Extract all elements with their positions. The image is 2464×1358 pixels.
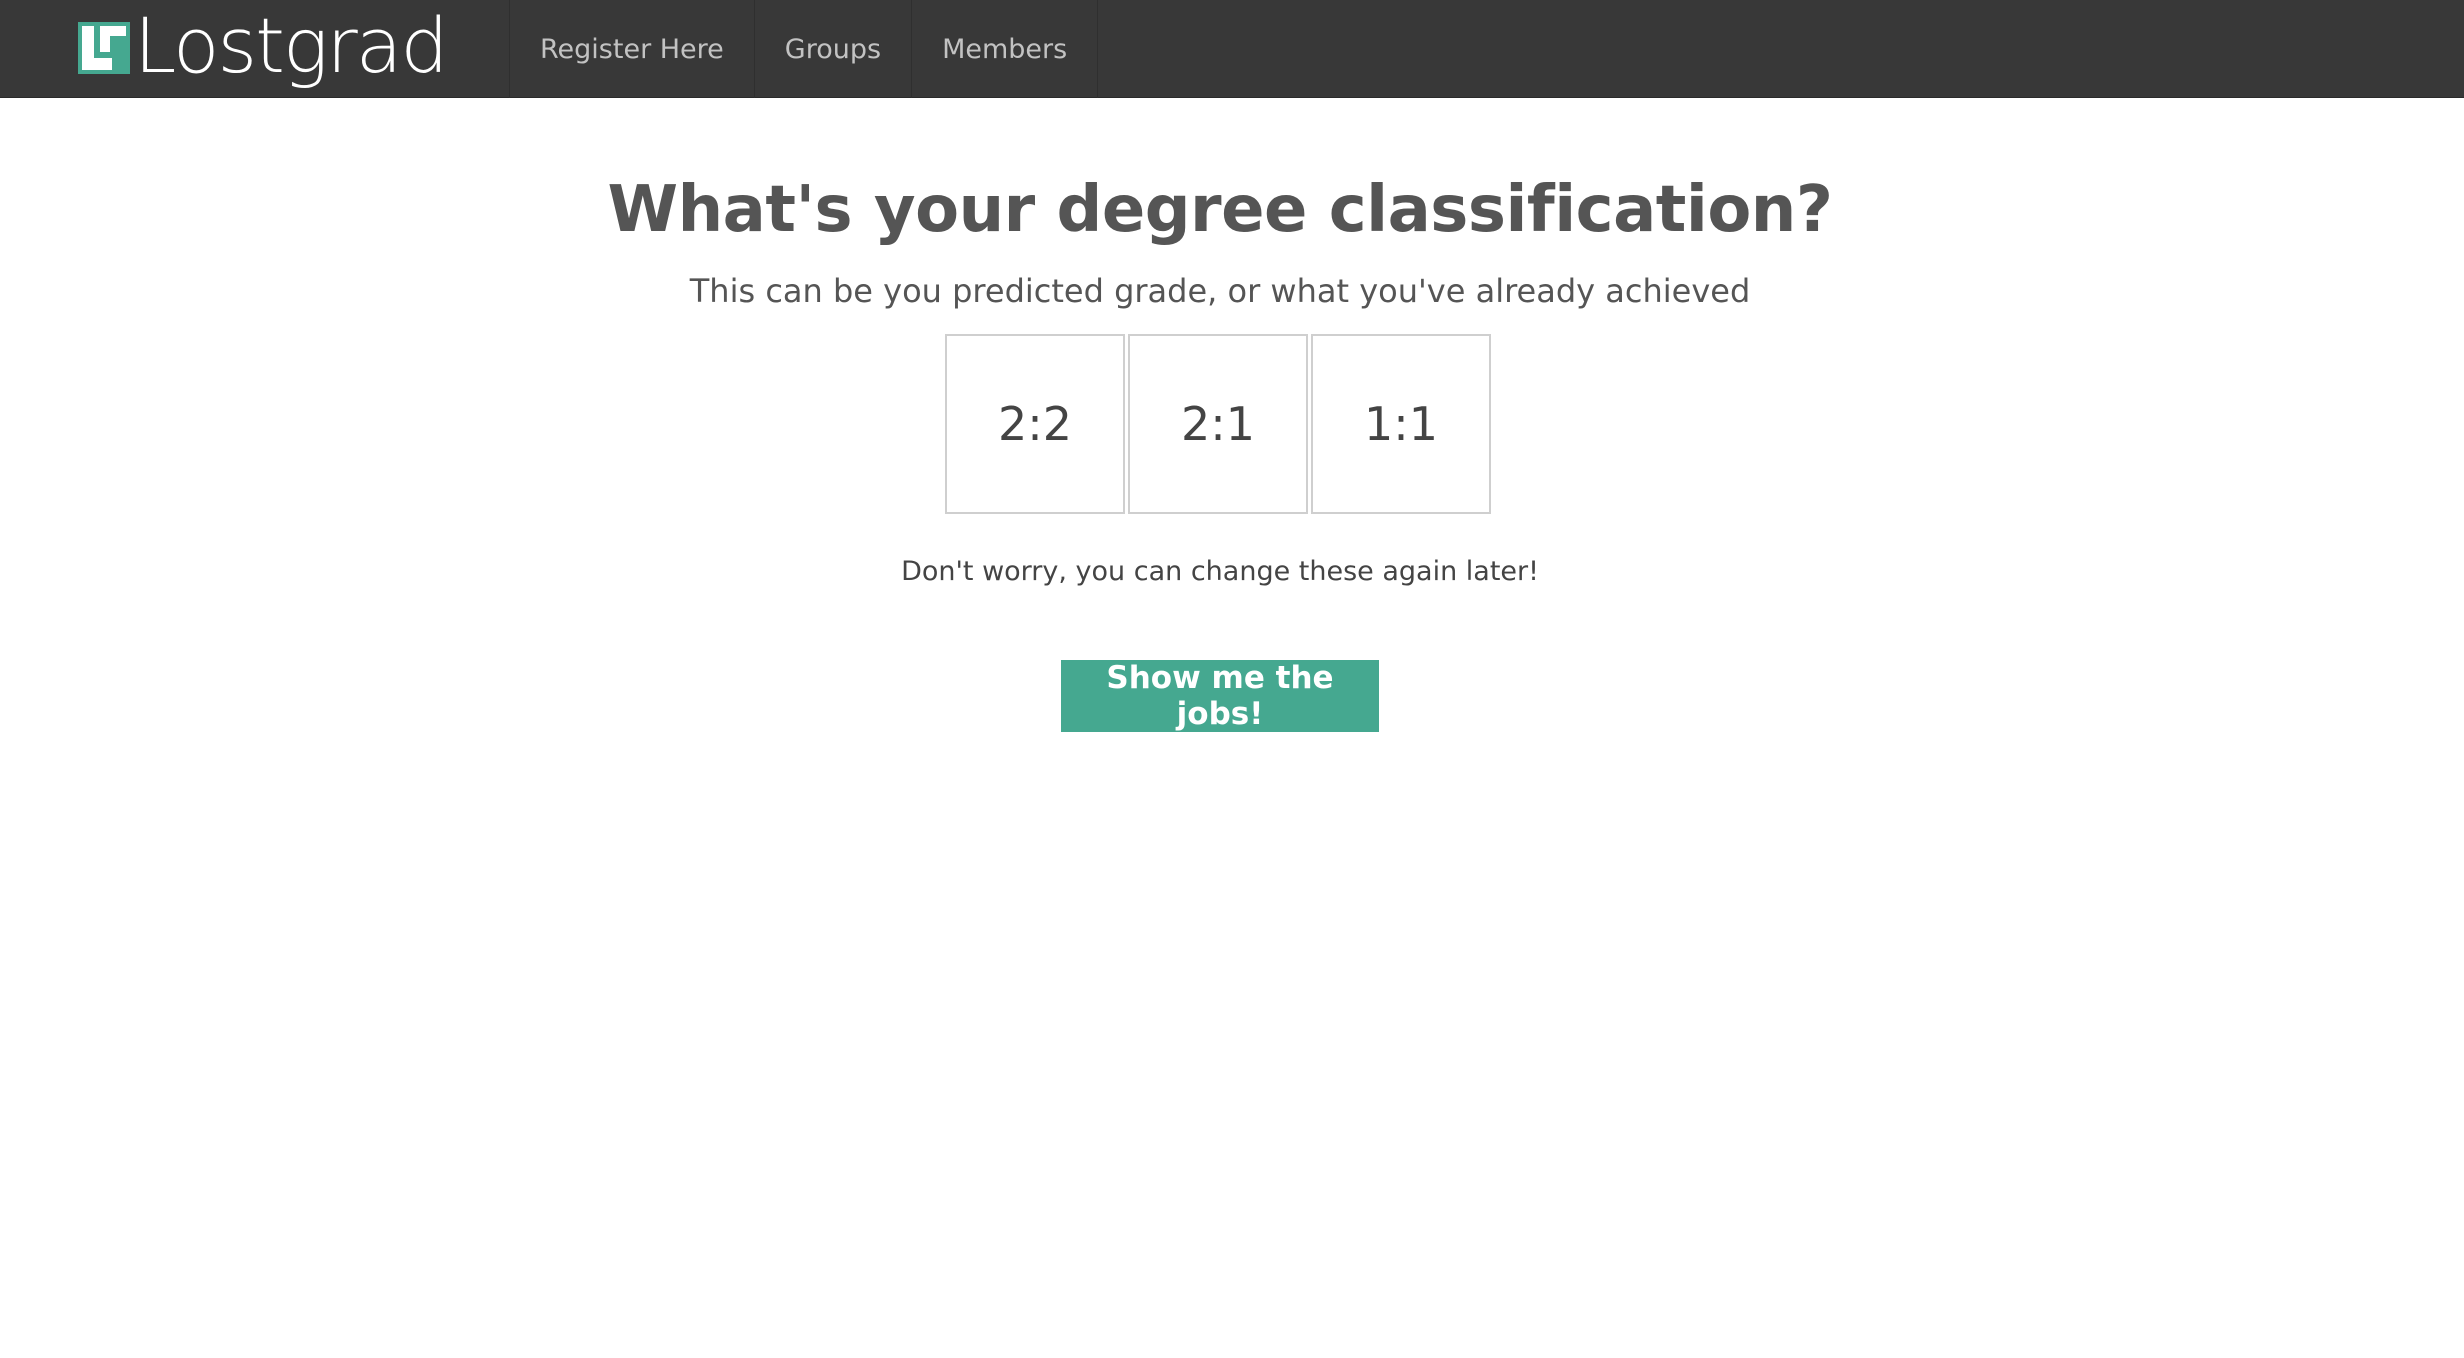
degree-option-2-2[interactable]: 2:2 xyxy=(945,334,1125,514)
degree-options: 2:2 2:1 1:1 xyxy=(945,334,1491,514)
degree-option-1-1[interactable]: 1:1 xyxy=(1311,334,1491,514)
brand-link[interactable]: Lostgrad xyxy=(78,8,449,86)
nav-groups[interactable]: Groups xyxy=(755,0,913,98)
lostgrad-logo-icon xyxy=(78,22,130,74)
show-jobs-button[interactable]: Show me the jobs! xyxy=(1061,660,1379,732)
main-content: What's your degree classification? This … xyxy=(0,98,2464,1358)
degree-option-2-1[interactable]: 2:1 xyxy=(1128,334,1308,514)
page-subtitle: This can be you predicted grade, or what… xyxy=(689,272,1751,310)
brand-name: Lostgrad xyxy=(134,1,449,90)
navbar: Lostgrad Register Here Groups Members xyxy=(0,0,2464,98)
main-nav: Register Here Groups Members xyxy=(509,0,1099,98)
page-title: What's your degree classification? xyxy=(607,173,1833,247)
change-later-note: Don't worry, you can change these again … xyxy=(901,556,1539,587)
nav-members[interactable]: Members xyxy=(912,0,1099,98)
nav-register-here[interactable]: Register Here xyxy=(510,0,755,98)
